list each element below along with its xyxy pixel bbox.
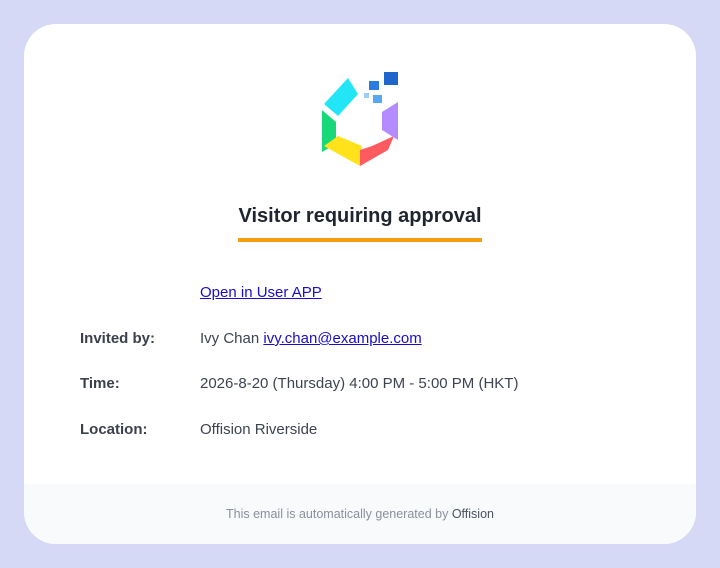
inviter-name: Ivy Chan <box>200 330 260 347</box>
invited-by-label: Invited by: <box>80 330 156 347</box>
open-in-user-app-link[interactable]: Open in User APP <box>200 284 322 301</box>
email-card: Visitor requiring approval Open in User … <box>24 24 696 544</box>
offision-logo-icon <box>322 72 398 166</box>
inviter-email-link[interactable]: ivy.chan@example.com <box>263 330 421 347</box>
page-title: Visitor requiring approval <box>238 204 482 242</box>
time-value: 2026-8-20 (Thursday) 4:00 PM - 5:00 PM (… <box>200 375 519 392</box>
time-label: Time: <box>80 375 120 392</box>
location-label: Location: <box>80 421 148 438</box>
email-footer: This email is automatically generated by… <box>24 484 696 544</box>
title-section: Visitor requiring approval <box>24 204 696 242</box>
location-value: Offision Riverside <box>200 421 318 438</box>
footer-brand: Offision <box>451 507 494 521</box>
footer-text: This email is automatically generated by <box>226 507 449 521</box>
invited-by-value: Ivy Chan ivy.chan@example.com <box>200 330 422 347</box>
